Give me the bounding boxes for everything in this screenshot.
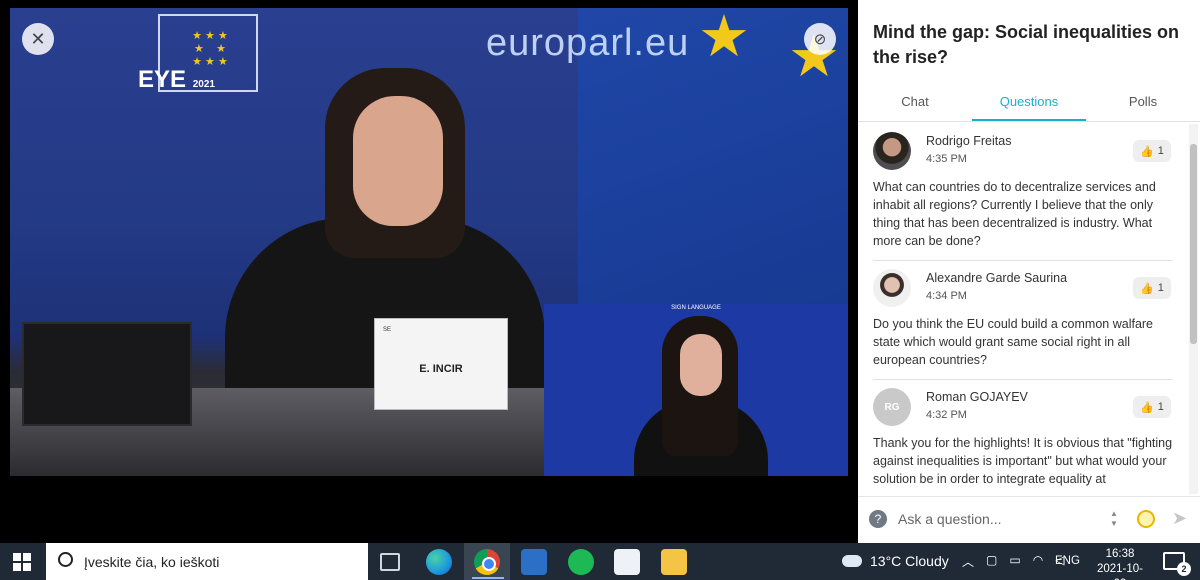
upvote-count: 1 bbox=[1157, 401, 1164, 413]
question-author: Alexandre Garde Saurina bbox=[926, 271, 1068, 285]
side-panel: Mind the gap: Social inequalities on the… bbox=[858, 0, 1200, 543]
taskbar-search-text: Įveskite čia, ko ieškoti bbox=[84, 554, 220, 570]
question-time: 4:32 PM bbox=[926, 409, 967, 421]
questions-list[interactable]: Rodrigo Freitas 4:35 PM 👍 1 What can coun… bbox=[858, 124, 1191, 494]
question-item: Alexandre Garde Saurina 4:34 PM 👍 1 Do yo… bbox=[873, 261, 1173, 380]
close-icon: ✕ bbox=[30, 28, 46, 49]
question-text: Do you think the EU could build a common… bbox=[873, 317, 1154, 367]
avatar: RG bbox=[873, 388, 911, 426]
nameplate: SE E. INCIR bbox=[374, 318, 508, 410]
sign-language-label: SIGN LANGUAGE bbox=[671, 305, 721, 311]
emoji-icon[interactable] bbox=[1137, 510, 1155, 528]
send-icon[interactable]: ➤ bbox=[1172, 508, 1187, 529]
upvote-button[interactable]: 👍 1 bbox=[1133, 277, 1171, 299]
chevron-up-icon[interactable]: ︿ bbox=[962, 553, 974, 570]
task-view-icon[interactable] bbox=[380, 553, 400, 571]
notification-count: 2 bbox=[1177, 562, 1191, 576]
file-explorer-icon[interactable] bbox=[661, 549, 687, 575]
question-time: 4:34 PM bbox=[926, 290, 967, 302]
clock-date: 2021-10-09 bbox=[1096, 563, 1144, 580]
upvote-count: 1 bbox=[1157, 145, 1164, 157]
question-author: Rodrigo Freitas bbox=[926, 134, 1012, 148]
tab-chat[interactable]: Chat bbox=[858, 86, 972, 121]
upvote-button[interactable]: 👍 1 bbox=[1133, 140, 1171, 162]
active-app-indicator bbox=[472, 577, 504, 579]
clock-time: 16:38 bbox=[1105, 548, 1135, 560]
upvote-button[interactable]: 👍 1 bbox=[1133, 396, 1171, 418]
wifi-icon[interactable]: ◠ bbox=[1033, 553, 1043, 570]
windows-start-icon[interactable] bbox=[13, 553, 31, 571]
question-time: 4:35 PM bbox=[926, 153, 967, 165]
eye-event-logo: EYE 2021 bbox=[138, 66, 215, 93]
spinner-arrows-icon[interactable]: ▲ ▼ bbox=[1110, 509, 1118, 529]
tab-questions[interactable]: Questions bbox=[972, 86, 1086, 121]
chrome-icon[interactable] bbox=[474, 549, 500, 575]
scrollbar-thumb[interactable] bbox=[1190, 144, 1197, 344]
question-text: Thank you for the highlights! It is obvi… bbox=[873, 436, 1173, 486]
cloud-icon bbox=[842, 555, 862, 567]
session-title: Mind the gap: Social inequalities on the… bbox=[873, 22, 1180, 67]
windows-taskbar: Įveskite čia, ko ieškoti 13°C Cloudy ︿ ▢… bbox=[0, 543, 1200, 580]
flag-star: ★ bbox=[698, 8, 750, 69]
eu-logo-stars: ★ ★ ★ ★ ★ ★ ★ ★ bbox=[192, 30, 228, 68]
upvote-count: 1 bbox=[1157, 282, 1164, 294]
search-icon bbox=[58, 552, 73, 567]
questions-scrollbar[interactable] bbox=[1189, 124, 1198, 494]
edge-icon[interactable] bbox=[426, 549, 452, 575]
avatar bbox=[873, 269, 911, 307]
question-item: Rodrigo Freitas 4:35 PM 👍 1 What can coun… bbox=[873, 124, 1173, 261]
close-button[interactable]: ✕ bbox=[22, 23, 54, 55]
question-author: Roman GOJAYEV bbox=[926, 390, 1028, 404]
europarl-brand-text: europarl.eu bbox=[486, 22, 690, 64]
clock[interactable]: 16:38 2021-10-09 bbox=[1092, 547, 1148, 580]
sign-language-inset: SIGN LANGUAGE bbox=[544, 304, 848, 476]
desk-monitor bbox=[22, 322, 192, 426]
system-tray[interactable]: ︿ ▢ ▭ ◠ ◁ bbox=[962, 553, 1064, 570]
device-icon[interactable]: ▢ bbox=[986, 553, 997, 570]
spotify-icon[interactable] bbox=[568, 549, 594, 575]
notification-icon[interactable]: 2 bbox=[1163, 552, 1191, 576]
ask-question-input[interactable] bbox=[898, 507, 1098, 531]
store-icon[interactable] bbox=[614, 549, 640, 575]
weather-text: 13°C Cloudy bbox=[870, 553, 949, 569]
mail-icon[interactable] bbox=[521, 549, 547, 575]
question-text: What can countries do to decentralize se… bbox=[873, 180, 1156, 248]
taskbar-search[interactable]: Įveskite čia, ko ieškoti bbox=[46, 543, 368, 580]
panel-tabs: Chat Questions Polls bbox=[858, 86, 1200, 122]
language-indicator[interactable]: ENG bbox=[1055, 555, 1080, 567]
eye-off-icon: ⊘ bbox=[813, 31, 827, 48]
avatar bbox=[873, 132, 911, 170]
hide-captions-button[interactable]: ⊘ bbox=[804, 23, 836, 55]
thumbs-up-icon: 👍 bbox=[1140, 145, 1154, 158]
video-player[interactable]: ★ ★ europarl.eu ★ ★ ★ ★ ★ ★ ★ ★ EYE 2021 S… bbox=[0, 0, 858, 543]
question-item: RG Roman GOJAYEV 4:32 PM 👍 1 Thank you fo… bbox=[873, 380, 1173, 494]
question-mark-icon: ? bbox=[869, 510, 887, 528]
weather-widget[interactable]: 13°C Cloudy bbox=[842, 553, 949, 569]
ask-question-bar: ? ▲▼ ➤ bbox=[858, 496, 1200, 543]
nameplate-name: E. INCIR bbox=[419, 363, 463, 375]
battery-icon[interactable]: ▭ bbox=[1009, 553, 1020, 570]
video-frame: ★ ★ europarl.eu ★ ★ ★ ★ ★ ★ ★ ★ EYE 2021 S… bbox=[10, 8, 848, 476]
tab-polls[interactable]: Polls bbox=[1086, 86, 1200, 121]
thumbs-up-icon: 👍 bbox=[1140, 282, 1154, 295]
thumbs-up-icon: 👍 bbox=[1140, 401, 1154, 414]
